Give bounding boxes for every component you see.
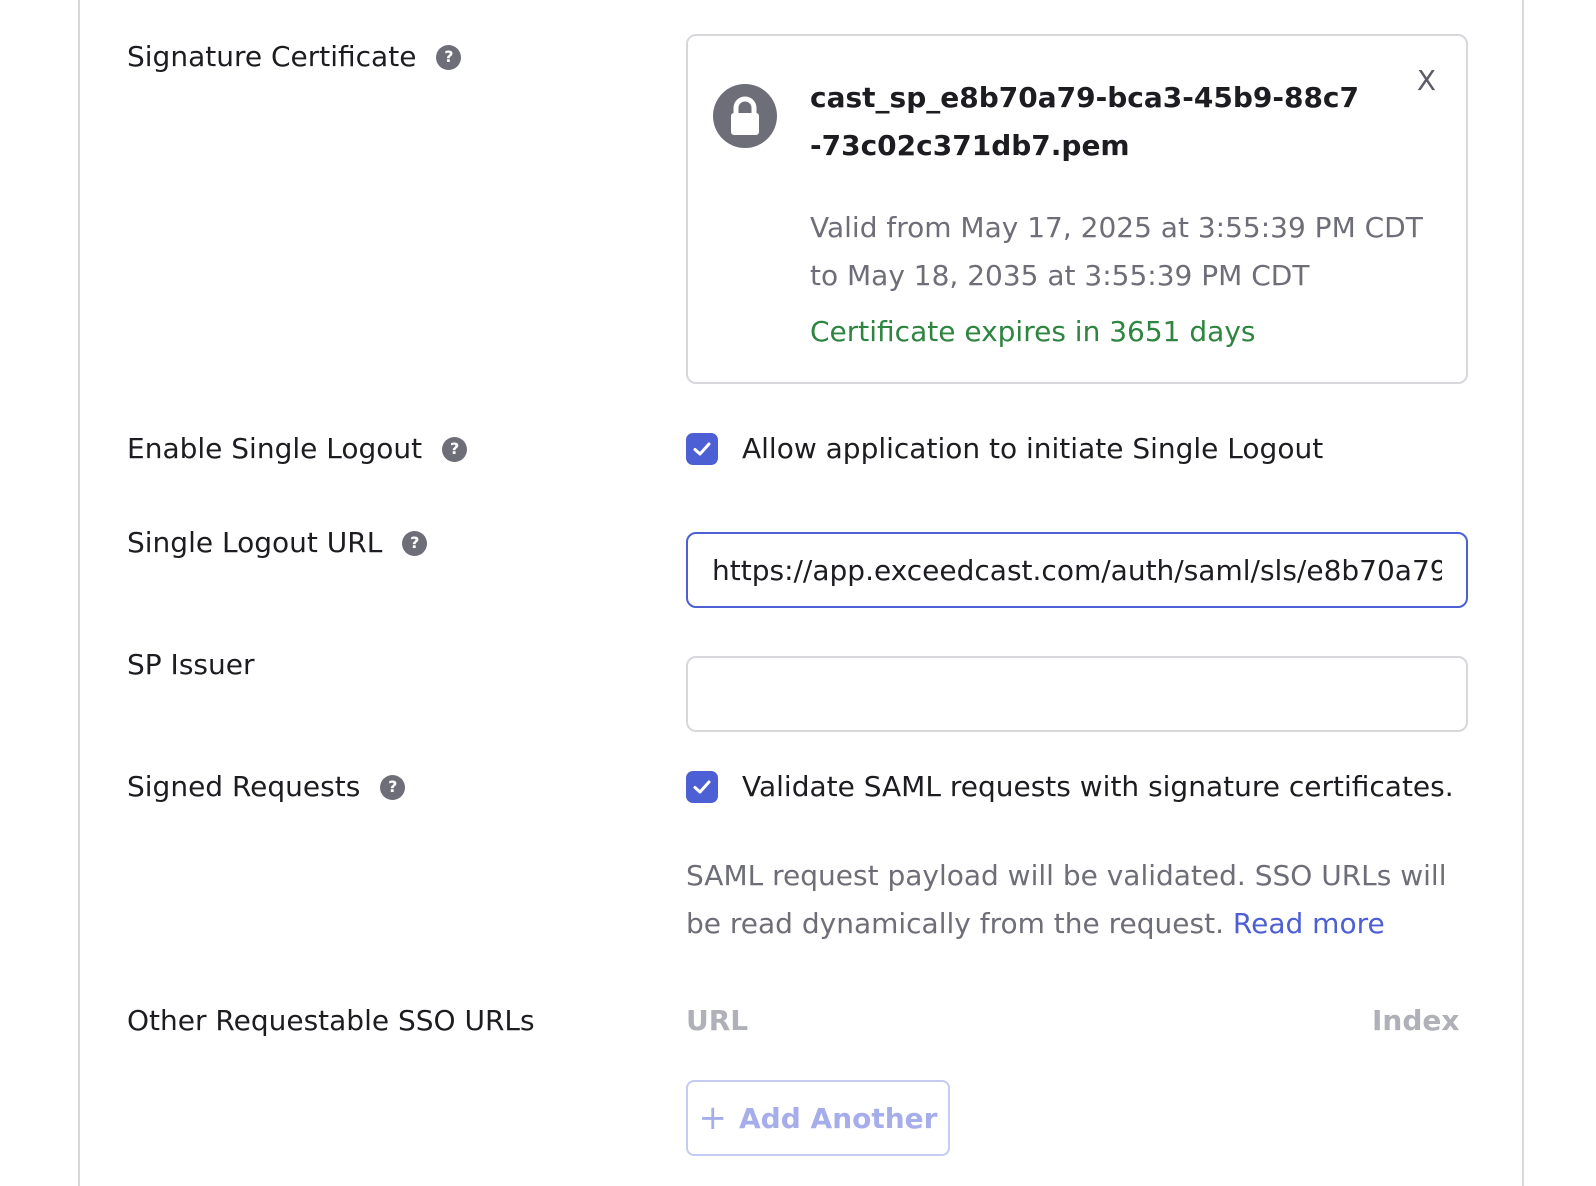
other-sso-urls-label: Other Requestable SSO URLs <box>127 1004 535 1038</box>
help-icon[interactable]: ? <box>402 530 428 556</box>
checkmark-icon <box>693 442 711 456</box>
certificate-validity: Valid from May 17, 2025 at 3:55:39 PM CD… <box>810 211 1423 292</box>
other-sso-urls-label-text: Other Requestable SSO URLs <box>127 1004 535 1037</box>
index-column-header: Index <box>1372 1004 1460 1037</box>
url-column-header: URL <box>686 1004 749 1037</box>
signed-requests-checkbox-label[interactable]: Validate SAML requests with signature ce… <box>742 770 1454 804</box>
single-logout-url-label-text: Single Logout URL <box>127 526 383 559</box>
plus-icon: + <box>698 1098 728 1138</box>
certificate-card: X cast_sp_e8b70a79-bca3-45b9-88c7-73c02c… <box>686 34 1468 384</box>
help-icon[interactable]: ? <box>436 44 462 70</box>
sp-issuer-label-text: SP Issuer <box>127 648 255 681</box>
add-another-button-label: Add Another <box>739 1101 938 1135</box>
signature-certificate-label-text: Signature Certificate <box>127 40 417 73</box>
help-icon[interactable]: ? <box>380 774 406 800</box>
enable-single-logout-label: Enable Single Logout ? <box>127 432 468 466</box>
help-icon[interactable]: ? <box>442 436 468 462</box>
signed-requests-checkbox[interactable] <box>686 771 718 803</box>
enable-single-logout-label-text: Enable Single Logout <box>127 432 423 465</box>
checkmark-icon <box>693 780 711 794</box>
signature-certificate-label: Signature Certificate ? <box>127 40 462 74</box>
read-more-link[interactable]: Read more <box>1233 907 1385 940</box>
signed-requests-label-text: Signed Requests <box>127 770 361 803</box>
lock-icon <box>713 84 777 148</box>
sp-issuer-label: SP Issuer <box>127 648 254 682</box>
certificate-expiry-status: Certificate expires in 3651 days <box>810 315 1256 348</box>
signed-requests-description: SAML request payload will be validated. … <box>686 852 1476 948</box>
single-logout-url-input[interactable] <box>686 532 1468 608</box>
add-another-button[interactable]: + Add Another <box>686 1080 950 1156</box>
certificate-file-name: cast_sp_e8b70a79-bca3-45b9-88c7-73c02c37… <box>810 81 1360 162</box>
remove-certificate-button[interactable]: X <box>1417 66 1436 96</box>
signed-requests-label: Signed Requests ? <box>127 770 406 804</box>
single-logout-url-label: Single Logout URL ? <box>127 526 428 560</box>
single-logout-checkbox[interactable] <box>686 433 718 465</box>
sp-issuer-input[interactable] <box>686 656 1468 732</box>
single-logout-checkbox-label[interactable]: Allow application to initiate Single Log… <box>742 432 1323 466</box>
